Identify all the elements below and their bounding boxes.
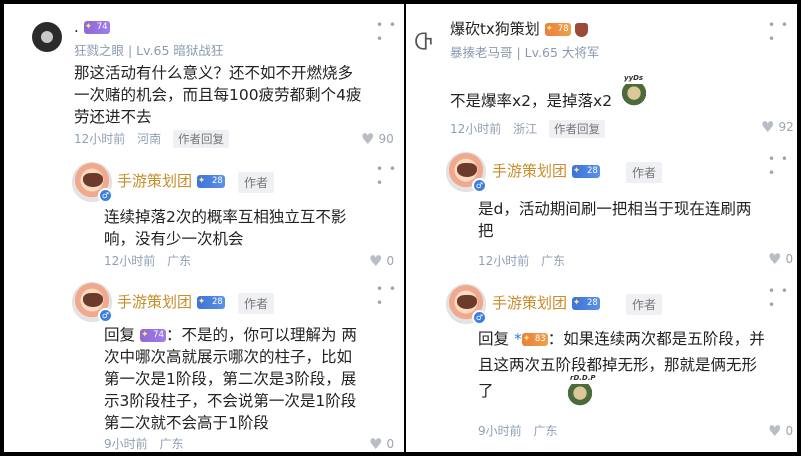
author-tag: 作者 xyxy=(238,293,275,314)
comment-meta: 12小时前 河南 作者回复 xyxy=(74,130,237,148)
reply-user: * xyxy=(513,330,522,348)
like-button[interactable]: ♥ 0 xyxy=(369,252,394,270)
location: 广东 xyxy=(167,254,192,268)
gender-icon: ♂ xyxy=(472,178,487,193)
comment-author[interactable]: 爆砍tx狗策划 78 xyxy=(450,18,589,39)
comment-text: 连续掉落2次的概率互相独立互不影响，没有少一次机会 xyxy=(104,208,347,248)
timestamp: 12小时前 xyxy=(74,132,126,146)
location: 广东 xyxy=(159,437,184,451)
username: 爆砍tx狗策划 xyxy=(450,20,540,38)
level-badge: 83 xyxy=(521,333,548,346)
username: 手游策划团 xyxy=(492,294,568,312)
reply-prefix: 回复 xyxy=(478,330,510,348)
like-button[interactable]: ♥ 90 xyxy=(361,130,394,148)
like-button[interactable]: ♥ 92 xyxy=(761,118,794,136)
like-count: 92 xyxy=(778,120,794,134)
heart-icon: ♥ xyxy=(768,250,782,268)
level-badge: 74 xyxy=(139,329,166,342)
heart-icon: ♥ xyxy=(768,422,782,440)
comment-meta: 12小时前 广东 xyxy=(478,252,573,269)
comment-author[interactable]: . 74 xyxy=(74,18,110,36)
like-count: 0 xyxy=(785,252,794,266)
timestamp: 12小时前 xyxy=(450,122,502,136)
avatar[interactable]: ♂ xyxy=(446,284,487,325)
more-dots-icon[interactable]: • • • xyxy=(768,284,797,312)
location: 河南 xyxy=(137,132,162,146)
sticker-image: yyDs xyxy=(620,74,648,110)
username: 手游策划团 xyxy=(117,172,193,190)
level-badge: 74 xyxy=(83,21,110,34)
avatar[interactable]: Ⴇ xyxy=(414,30,440,56)
avatar[interactable]: ♂ xyxy=(72,162,113,203)
location: 广东 xyxy=(541,254,566,268)
gender-icon: ♂ xyxy=(98,188,113,203)
comment-text: 回复 74：不是的，你可以理解为 两次中哪次高就展示哪次的柱子，比如第一次是1阶… xyxy=(104,324,366,434)
heart-icon: ♥ xyxy=(369,252,383,270)
left-comment-column: . 74 狂戮之眼 | Lv.65 暗狱战狂 • • • 那这活动有什么意义？还… xyxy=(4,4,404,452)
comment-author[interactable]: 手游策划团 28 xyxy=(117,170,225,191)
timestamp: 12小时前 xyxy=(104,254,156,268)
like-count: 0 xyxy=(386,254,395,268)
comment-text: 那这活动有什么意义？还不如不开燃烧多一次赌的机会，而且每100疲劳都剩个4疲劳还… xyxy=(74,64,362,126)
gender-icon: ♂ xyxy=(472,310,487,325)
screenshot-frame: . 74 狂戮之眼 | Lv.65 暗狱战狂 • • • 那这活动有什么意义？还… xyxy=(4,4,797,452)
comment-meta: 9小时前 广东 xyxy=(104,435,191,452)
gender-icon: ♂ xyxy=(98,308,113,323)
avatar[interactable] xyxy=(32,22,62,52)
more-dots-icon[interactable]: • • • xyxy=(768,152,797,180)
comment-author[interactable]: 手游策划团 28 xyxy=(117,291,225,312)
level-badge: 28 xyxy=(196,175,225,188)
timestamp: 9小时前 xyxy=(478,424,522,438)
username[interactable]: . xyxy=(74,18,79,36)
level-badge: 28 xyxy=(571,165,600,178)
right-comment-column: Ⴇ 爆砍tx狗策划 78 暴揍老马哥 | Lv.65 大将军 • • • 不是爆… xyxy=(406,4,797,452)
like-count: 0 xyxy=(386,437,395,451)
level-badge: 28 xyxy=(196,296,225,309)
heart-icon: ♥ xyxy=(369,435,383,452)
like-button[interactable]: ♥ 0 xyxy=(369,435,394,452)
comment-meta: 12小时前 浙江 作者回复 xyxy=(450,120,613,138)
author-replied-tag: 作者回复 xyxy=(172,130,229,148)
comment-text: 是d，活动期间刷一把相当于现在连刷两把 xyxy=(478,200,752,240)
comment-text: 回复 *83：如果连续两次都是五阶段，并且这两次五阶段都掉无形，那就是俩无形了 xyxy=(478,326,768,404)
author-tag: 作者 xyxy=(626,294,663,315)
location: 浙江 xyxy=(513,122,538,136)
level-badge: 28 xyxy=(571,297,600,310)
user-title: 暴揍老马哥 | Lv.65 大将军 xyxy=(450,45,600,60)
like-count: 0 xyxy=(785,424,794,438)
comment-author[interactable]: 手游策划团 28 xyxy=(492,160,600,181)
heart-icon: ♥ xyxy=(361,130,375,148)
location: 广东 xyxy=(533,424,558,438)
more-dots-icon[interactable]: • • • xyxy=(768,18,797,46)
username: 手游策划团 xyxy=(492,162,568,180)
avatar[interactable]: ♂ xyxy=(446,152,487,193)
timestamp: 12小时前 xyxy=(478,254,530,268)
comment-author[interactable]: 手游策划团 28 xyxy=(492,292,600,313)
comment-meta: 9小时前 广东 xyxy=(478,422,565,439)
avatar[interactable]: ♂ xyxy=(72,282,113,323)
more-dots-icon[interactable]: • • • xyxy=(376,162,404,190)
like-button[interactable]: ♥ 0 xyxy=(768,422,793,440)
author-tag: 作者 xyxy=(238,172,275,193)
timestamp: 9小时前 xyxy=(104,437,148,451)
reply-prefix: 回复 xyxy=(104,326,136,344)
level-badge: 78 xyxy=(544,23,571,36)
like-count: 90 xyxy=(378,132,394,146)
sticker-image: rD.D.P xyxy=(566,374,596,410)
comment-meta: 12小时前 广东 xyxy=(104,252,199,269)
username: 手游策划团 xyxy=(117,293,193,311)
author-tag: 作者 xyxy=(626,162,663,183)
more-dots-icon[interactable]: • • • xyxy=(376,282,404,310)
user-title: 狂戮之眼 | Lv.65 暗狱战狂 xyxy=(74,43,224,58)
more-dots-icon[interactable]: • • • xyxy=(376,18,404,46)
like-button[interactable]: ♥ 0 xyxy=(768,250,793,268)
heart-icon: ♥ xyxy=(761,118,775,136)
shield-icon xyxy=(575,22,589,37)
ghost-icon: Ⴇ xyxy=(414,30,433,54)
author-replied-tag: 作者回复 xyxy=(548,120,605,138)
